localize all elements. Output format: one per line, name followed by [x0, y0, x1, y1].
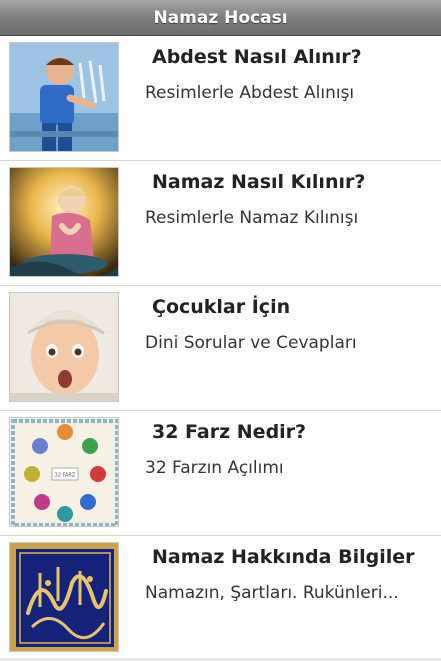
app-title: Namaz Hocası — [153, 7, 288, 28]
item-title: Çocuklar İçin — [152, 296, 291, 318]
list-item-namaz[interactable]: Namaz Nasıl Kılınır? Resimlerle Namaz Kı… — [0, 161, 441, 286]
item-subtitle: Dini Sorular ve Cevapları — [145, 333, 357, 353]
boy-washing-ablution-image — [9, 42, 119, 152]
list-item-32-farz[interactable]: 32 FARZ 32 Farz Nedir? 32 Farzın Açılımı — [0, 411, 441, 536]
32-farz-diagram-label: 32 FARZ — [55, 473, 76, 479]
item-subtitle: Namazın, Şartları. Rukünleri... — [145, 583, 399, 603]
calligraphy-image — [9, 542, 119, 652]
list-item-abdest[interactable]: Abdest Nasıl Alınır? Resimlerle Abdest A… — [0, 36, 441, 161]
child-praying-image — [9, 167, 119, 277]
app-title-bar: Namaz Hocası — [0, 0, 441, 36]
item-title: Namaz Nasıl Kılınır? — [152, 171, 366, 193]
item-subtitle: 32 Farzın Açılımı — [145, 458, 284, 478]
item-title: 32 Farz Nedir? — [152, 421, 307, 443]
list-item-bilgiler[interactable]: Namaz Hakkında Bilgiler Namazın, Şartlar… — [0, 536, 441, 661]
child-face-image — [9, 292, 119, 402]
item-subtitle: Resimlerle Abdest Alınışı — [145, 83, 355, 103]
item-subtitle: Resimlerle Namaz Kılınışı — [145, 208, 359, 228]
menu-list: Abdest Nasıl Alınır? Resimlerle Abdest A… — [0, 36, 441, 661]
item-title: Namaz Hakkında Bilgiler — [152, 546, 415, 568]
item-title: Abdest Nasıl Alınır? — [152, 46, 362, 68]
list-item-cocuklar[interactable]: Çocuklar İçin Dini Sorular ve Cevapları — [0, 286, 441, 411]
32-farz-diagram-image: 32 FARZ — [9, 417, 119, 527]
